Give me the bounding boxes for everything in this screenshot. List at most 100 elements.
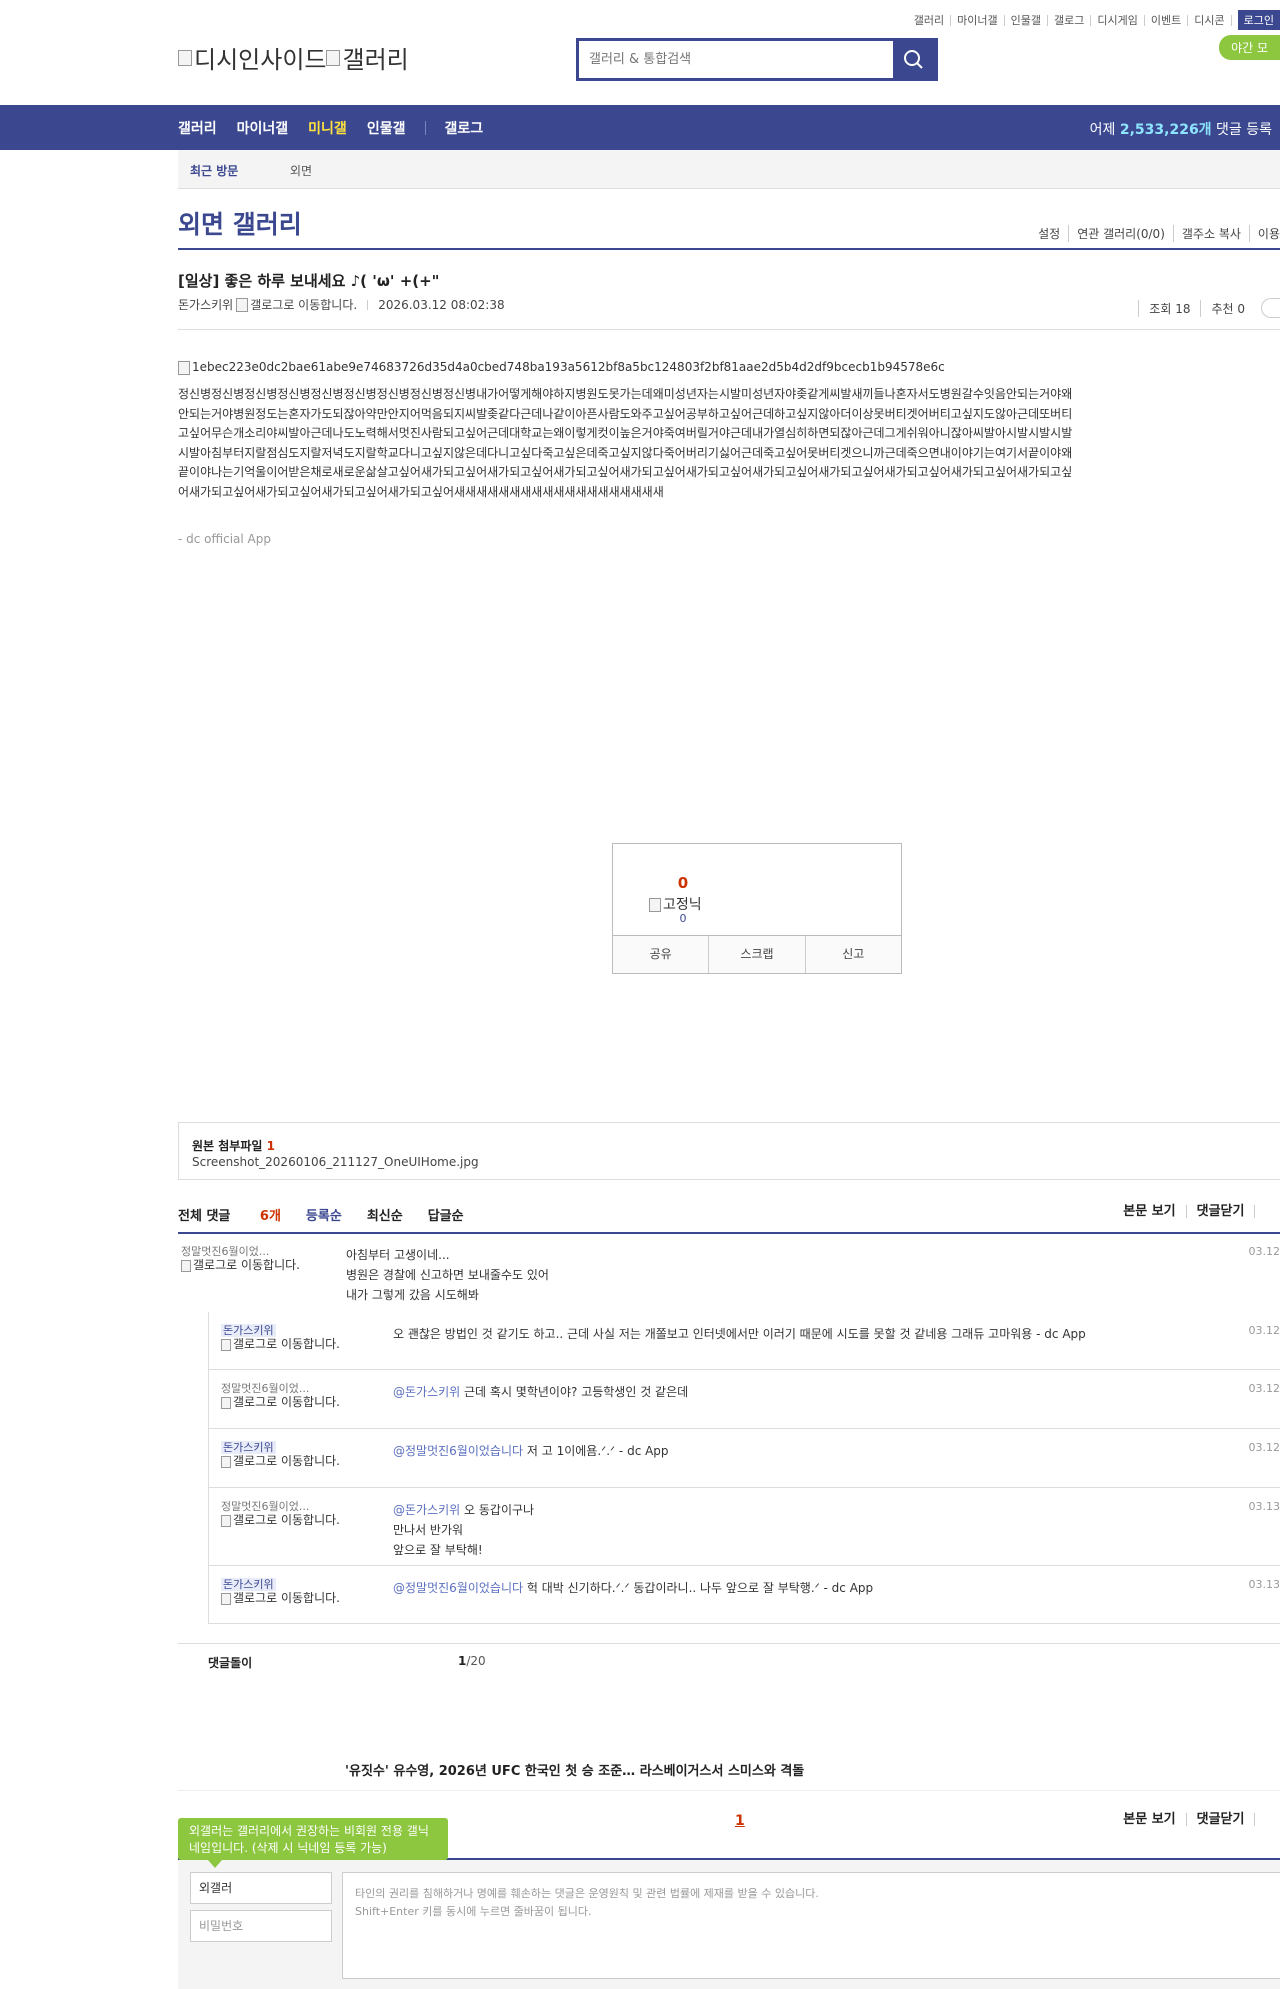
util-link-minor[interactable]: 마이너갤 xyxy=(951,15,1004,26)
recommend-count: 추천 0 xyxy=(1200,300,1255,317)
comment-line: 아침부터 고생이네... xyxy=(346,1245,1126,1265)
gallog-link[interactable]: 갤로그로 이동합니다. xyxy=(181,1259,306,1272)
reply-nick[interactable]: 정말멋진6월이었...갤로그로 이동합니다. xyxy=(221,1500,346,1527)
reply-body: 저 고 1이에욤.ᐟ.ᐟ - dc App xyxy=(523,1444,669,1458)
settings-link[interactable]: 설정 xyxy=(1030,225,1069,242)
util-link-gallog[interactable]: 갤로그 xyxy=(1048,15,1091,26)
report-button[interactable]: 신고 xyxy=(806,936,901,973)
sort-latest[interactable]: 최신순 xyxy=(367,1205,403,1224)
reply-nick[interactable]: 돈가스키위갤로그로 이동합니다. xyxy=(221,1441,346,1468)
bar-more[interactable] xyxy=(1254,1813,1280,1826)
night-mode-toggle[interactable]: 야간 모 xyxy=(1219,35,1280,60)
post-body: 정신병정신병정신병정신병정신병정신병정신병정신병정신병내가어떻게해야하지병원도못… xyxy=(178,385,1078,502)
gallery-title[interactable]: 외면 갤러리 xyxy=(178,205,302,241)
nav-person[interactable]: 인물갤 xyxy=(367,118,406,138)
reply-counter-page: 1/20 xyxy=(458,1654,486,1668)
sort-replies[interactable]: 답글순 xyxy=(428,1205,464,1224)
scrap-button[interactable]: 스크랩 xyxy=(709,936,805,973)
nickname-input[interactable]: 외갤러 xyxy=(190,1872,332,1904)
reply-mention[interactable]: @돈가스키위 xyxy=(393,1503,460,1517)
search-button[interactable] xyxy=(893,41,935,78)
util-link-dccon[interactable]: 디시콘 xyxy=(1188,15,1231,26)
recent-visit-label[interactable]: 최근 방문 xyxy=(190,162,238,179)
recent-visit-item[interactable]: 외면 xyxy=(290,162,312,179)
reply-text: @정말멋진6월이었습니다 헉 대박 신기하다.ᐟ.ᐟ 동갑이라니.. 나두 앞으… xyxy=(393,1578,1133,1598)
textarea-placeholder-line: Shift+Enter 키를 동시에 누르면 줄바꿈이 됩니다. xyxy=(355,1903,1268,1921)
attachment-file[interactable]: Screenshot_20260106_211127_OneUIHome.jpg xyxy=(192,1155,479,1169)
post-author[interactable]: 돈가스키위 xyxy=(178,296,233,313)
view-post-button[interactable]: 본문 보기 xyxy=(1113,1205,1185,1218)
post-header-divider xyxy=(178,329,1280,330)
comment-text: 아침부터 고생이네... 병원은 경찰에 신고하면 보내줄수도 있어 내가 그렇… xyxy=(346,1245,1126,1305)
post-image[interactable]: 1ebec223e0dc2bae61abe9e74683726d35d4a0cb… xyxy=(178,360,945,375)
gallog-link-text: 갤로그로 이동합니다. xyxy=(233,1591,340,1605)
recommend-total: 0 xyxy=(613,874,753,892)
utility-nav: 갤러리 마이너갤 인물갤 갤로그 디시게임 이벤트 디시콘 로그인 xyxy=(908,10,1280,30)
broken-image-icon xyxy=(326,50,340,66)
util-link-person[interactable]: 인물갤 xyxy=(1005,15,1048,26)
reply-mention[interactable]: @정말멋진6월이었습니다 xyxy=(393,1581,523,1595)
bar-more[interactable] xyxy=(1254,1205,1280,1218)
broken-image-icon xyxy=(178,50,192,66)
util-link-event[interactable]: 이벤트 xyxy=(1145,15,1188,26)
close-comments-button[interactable]: 댓글닫기 xyxy=(1186,1813,1255,1826)
recommend-box: 0 고정닉 0 공유 스크랩 신고 xyxy=(612,843,902,974)
gallog-link[interactable]: 갤로그로 이동합니다. xyxy=(250,296,357,313)
util-link-gallery[interactable]: 갤러리 xyxy=(908,15,951,26)
site-logo[interactable]: 디시인사이드갤러리 xyxy=(178,40,409,75)
fixed-nick-recommend[interactable]: 고정닉 xyxy=(649,894,702,914)
reply-date: 03.12 xyxy=(1249,1441,1280,1454)
copy-address-link[interactable]: 갤주소 복사 xyxy=(1174,225,1250,242)
post-meta: 돈가스키위 갤로그로 이동합니다. 2026.03.12 08:02:38 xyxy=(178,296,505,313)
gallog-link[interactable]: 갤로그로 이동합니다. xyxy=(221,1514,346,1527)
stat-prefix: 어제 xyxy=(1090,122,1120,138)
login-button[interactable]: 로그인 xyxy=(1238,10,1280,30)
more-button[interactable] xyxy=(1261,298,1280,318)
reply-text: @돈가스키위 근데 혹시 몇학년이야? 고등학생인 것 같은데 xyxy=(393,1382,1133,1402)
reply-counter-total: /20 xyxy=(466,1654,485,1668)
reply-mention[interactable]: @정말멋진6월이었습니다 xyxy=(393,1444,523,1458)
comment-page-current[interactable]: 1 xyxy=(735,1813,745,1829)
broken-image-icon xyxy=(181,1260,191,1272)
sort-registered[interactable]: 등록순 xyxy=(306,1205,342,1224)
related-gallery-link[interactable]: 연관 갤러리(0/0) xyxy=(1069,225,1174,242)
attachment-label-text: 원본 첨부파일 xyxy=(192,1139,267,1153)
search-icon xyxy=(893,41,935,78)
comment-bar: 전체 댓글 6개 등록순 최신순 답글순 본문 보기 댓글닫기 xyxy=(178,1205,1280,1233)
gallog-link[interactable]: 갤로그로 이동합니다. xyxy=(221,1396,346,1409)
news-headline[interactable]: '유짓수' 유수영, 2026년 UFC 한국인 첫 승 조준… 라스베이거스서… xyxy=(345,1760,804,1779)
gallog-link-text: 갤로그로 이동합니다. xyxy=(233,1454,340,1468)
password-input[interactable]: 비밀번호 xyxy=(190,1910,332,1942)
util-link-game[interactable]: 디시게임 xyxy=(1091,15,1144,26)
reply-counter-label[interactable]: 댓글돌이 xyxy=(208,1654,252,1671)
recent-visit-bar: 최근 방문 외면 xyxy=(178,150,1280,189)
post-image-alt: 1ebec223e0dc2bae61abe9e74683726d35d4a0cb… xyxy=(192,360,945,374)
gallog-link-text: 갤로그로 이동합니다. xyxy=(193,1258,300,1272)
broken-image-icon xyxy=(221,1456,231,1468)
share-button[interactable]: 공유 xyxy=(613,936,709,973)
gallery-options: 설정 연관 갤러리(0/0) 갤주소 복사 이용 xyxy=(1030,225,1280,242)
comment-nick[interactable]: 정말멋진6월이었...갤로그로 이동합니다. xyxy=(181,1245,306,1272)
view-post-button[interactable]: 본문 보기 xyxy=(1113,1813,1185,1826)
nav-gallery[interactable]: 갤러리 xyxy=(178,118,217,138)
reply-mention[interactable]: @돈가스키위 xyxy=(393,1385,460,1399)
reply-text: 오 괜찮은 방법인 것 같기도 하고.. 근데 사실 저는 개쫄보고 인터넷에서… xyxy=(393,1324,1133,1344)
post-signature: - dc official App xyxy=(178,532,271,546)
reply-date: 03.12 xyxy=(1249,1324,1280,1337)
close-comments-button[interactable]: 댓글닫기 xyxy=(1186,1205,1255,1218)
comment-textarea[interactable]: 타인의 권리를 침해하거나 명예를 훼손하는 댓글은 운영원칙 및 관련 법률에… xyxy=(342,1872,1280,1979)
search-box xyxy=(576,38,938,81)
search-input[interactable] xyxy=(579,41,899,78)
gallog-link[interactable]: 갤로그로 이동합니다. xyxy=(221,1592,346,1605)
reply-nick[interactable]: 돈가스키위갤로그로 이동합니다. xyxy=(221,1578,346,1605)
nav-mini[interactable]: 미니갤 xyxy=(308,118,347,138)
nav-gallog[interactable]: 갤로그 xyxy=(444,118,483,138)
reply-nick[interactable]: 돈가스키위갤로그로 이동합니다. xyxy=(221,1324,346,1351)
gallog-link[interactable]: 갤로그로 이동합니다. xyxy=(221,1455,346,1468)
nav-minor[interactable]: 마이너갤 xyxy=(237,118,289,138)
usage-link[interactable]: 이용 xyxy=(1250,225,1280,242)
textarea-placeholder-line: 타인의 권리를 침해하거나 명예를 훼손하는 댓글은 운영원칙 및 관련 법률에… xyxy=(355,1885,1268,1903)
reply-nick[interactable]: 정말멋진6월이었...갤로그로 이동합니다. xyxy=(221,1382,346,1409)
gallog-link[interactable]: 갤로그로 이동합니다. xyxy=(221,1338,346,1351)
reply-nick-text: 정말멋진6월이었... xyxy=(221,1500,309,1513)
